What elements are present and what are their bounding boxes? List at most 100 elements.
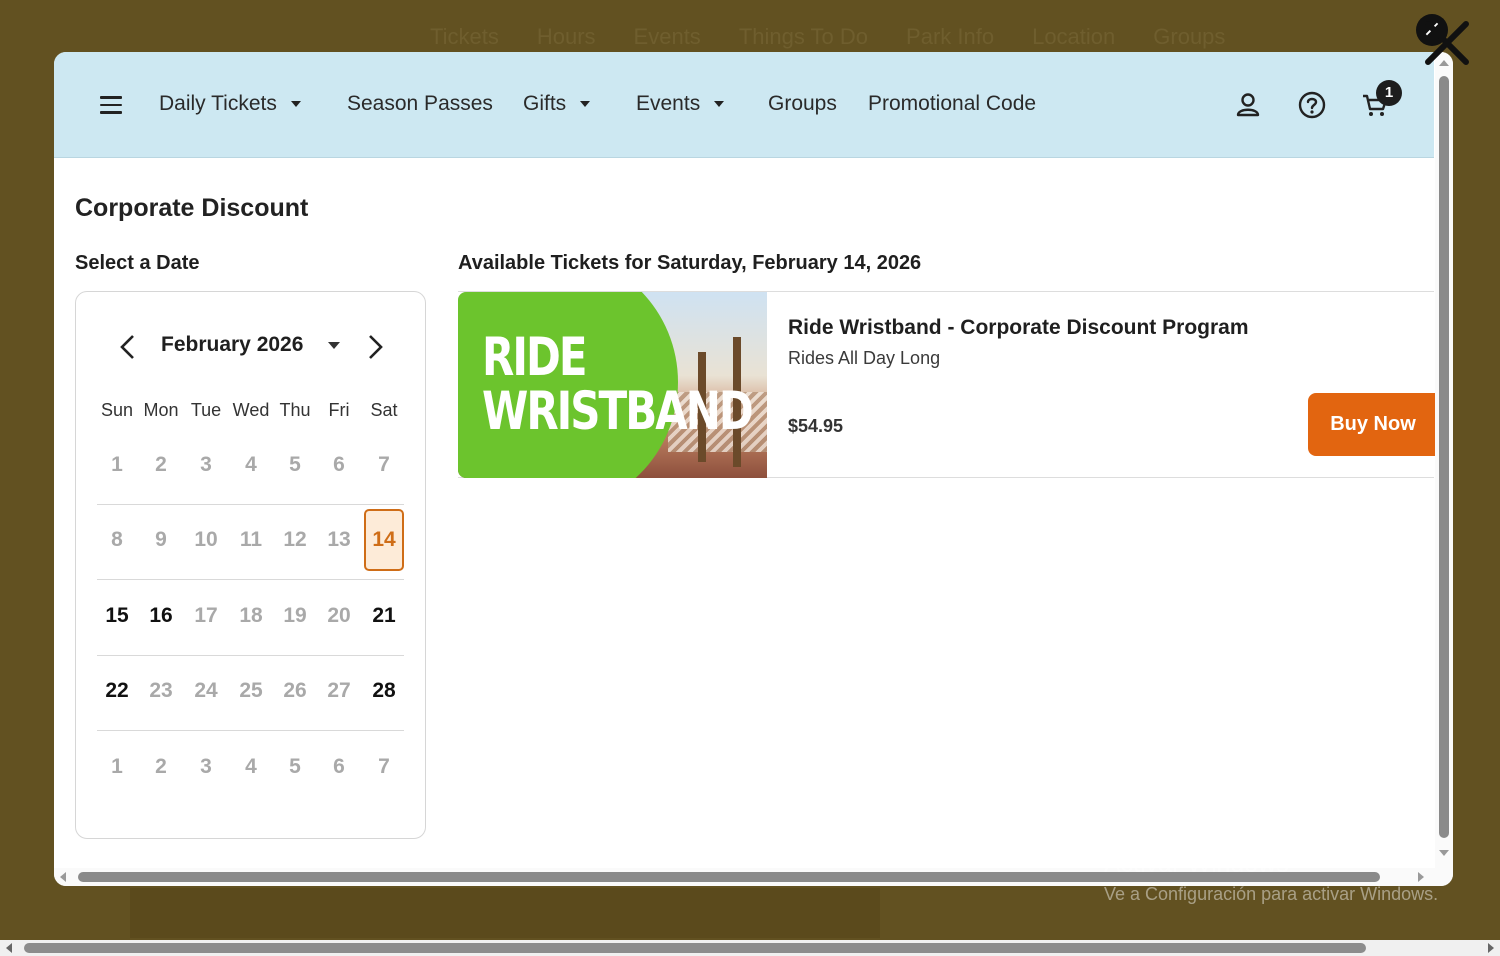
calendar-month-label[interactable]: February 2026 (161, 333, 303, 357)
bg-nav-item: Location (1032, 24, 1116, 49)
nav-events-label: Events (636, 92, 701, 115)
calendar-day: 2 (155, 755, 167, 778)
calendar-day: 11 (239, 528, 263, 551)
nav-daily-tickets-label: Daily Tickets (159, 92, 277, 115)
bg-nav-item: Park Info (906, 24, 995, 49)
calendar-day-selected[interactable]: 14 (364, 509, 404, 571)
nav-gifts-label: Gifts (523, 92, 567, 115)
nav-groups[interactable]: Groups (768, 92, 837, 116)
weekday-label: Wed (232, 400, 270, 420)
cart-count-badge: 1 (1376, 80, 1402, 106)
calendar-day[interactable]: 22 (97, 671, 137, 711)
scrollbar-thumb[interactable] (1439, 76, 1449, 838)
calendar-day: 12 (283, 528, 307, 551)
watermark-subtitle: Ve a Configuración para activar Windows. (1104, 884, 1439, 904)
page-title: Corporate Discount (75, 194, 309, 222)
available-tickets-label: Available Tickets for Saturday, February… (458, 252, 922, 274)
weekday-label: Tue (190, 400, 222, 420)
scroll-down-icon[interactable] (1439, 850, 1449, 856)
calendar-day: 26 (283, 679, 307, 702)
week-divider (97, 655, 404, 656)
calendar-day: 10 (194, 528, 218, 551)
weekday-label: Fri (328, 400, 350, 420)
nav-season-passes-label: Season Passes (347, 92, 493, 115)
month-dropdown-icon[interactable] (328, 342, 340, 349)
calendar-day: 4 (245, 755, 257, 778)
weekday-label: Mon (143, 400, 179, 420)
calendar-day: 9 (155, 528, 167, 551)
scroll-up-icon[interactable] (1439, 60, 1449, 66)
calendar-day[interactable]: 16 (141, 596, 181, 636)
ride-wristband-image: RIDE WRISTBAND (458, 292, 767, 478)
bg-nav-item: Tickets (430, 24, 499, 49)
calendar-day: 4 (245, 453, 257, 476)
calendar-day: 6 (333, 453, 345, 476)
background-site-nav: Tickets Hours Events Things To Do Park I… (430, 24, 1225, 50)
week-divider (97, 579, 404, 580)
chevron-left-icon[interactable] (118, 334, 138, 360)
calendar-day: 19 (283, 604, 307, 627)
scroll-right-icon[interactable] (1488, 943, 1494, 953)
help-icon[interactable] (1297, 90, 1327, 120)
calendar-day: 17 (194, 604, 218, 627)
calendar-day: 2 (155, 453, 167, 476)
weekday-label: Sun (100, 400, 134, 420)
chevron-down-icon (580, 101, 591, 108)
calendar-day[interactable]: 28 (364, 671, 404, 711)
scrollbar-thumb[interactable] (24, 943, 1366, 953)
weekday-label: Sat (370, 400, 398, 420)
bg-nav-item: Hours (536, 24, 596, 49)
ticket-modal: Daily Tickets Season Passes Gifts Events… (54, 52, 1453, 886)
scroll-left-icon[interactable] (6, 943, 12, 953)
scroll-right-icon[interactable] (1418, 872, 1424, 882)
calendar-day: 6 (333, 755, 345, 778)
watermark-title: Activar Windows (1104, 850, 1289, 878)
ticket-subtitle: Rides All Day Long (788, 348, 941, 368)
nav-daily-tickets[interactable]: Daily Tickets (159, 92, 301, 116)
bg-nav-item: Groups (1153, 24, 1226, 49)
calendar-day: 7 (378, 453, 390, 476)
nav-promo-label: Promotional Code (868, 92, 1037, 115)
account-icon[interactable] (1233, 90, 1263, 120)
image-text-wristband: WRISTBAND (482, 380, 754, 442)
buy-now-button[interactable]: Buy Now (1308, 393, 1438, 456)
calendar-day: 7 (378, 755, 390, 778)
calendar-day: 1 (111, 453, 123, 476)
calendar-day: 3 (200, 755, 212, 778)
ticket-price: $54.95 (788, 416, 844, 436)
calendar-day: 18 (239, 604, 263, 627)
bg-nav-item: Events (633, 24, 701, 49)
calendar-day: 8 (111, 528, 123, 551)
nav-events[interactable]: Events (636, 92, 725, 116)
select-date-label: Select a Date (75, 252, 200, 274)
calendar-day: 1 (111, 755, 123, 778)
bg-nav-item: Things To Do (738, 24, 869, 49)
weekday-label: Thu (279, 400, 311, 420)
nav-promotional-code[interactable]: Promotional Code (868, 92, 1036, 116)
calendar-day: 23 (149, 679, 173, 702)
week-divider (97, 504, 404, 505)
scroll-left-icon[interactable] (60, 872, 66, 882)
ticket-card: RIDE WRISTBAND Ride Wristband - Corporat… (458, 291, 1438, 478)
chevron-down-icon (714, 101, 725, 108)
modal-vertical-scrollbar[interactable] (1435, 52, 1453, 886)
chevron-down-icon (290, 101, 301, 108)
calendar-day: 3 (200, 453, 212, 476)
nav-gifts[interactable]: Gifts (523, 92, 591, 116)
calendar-day[interactable]: 21 (364, 596, 404, 636)
calendar-day: 5 (289, 453, 301, 476)
page-horizontal-scrollbar[interactable] (0, 940, 1500, 956)
calendar-day: 5 (289, 755, 301, 778)
calendar-day[interactable]: 15 (97, 596, 137, 636)
week-divider (97, 730, 404, 731)
image-text-ride: RIDE (482, 326, 588, 388)
chevron-right-icon[interactable] (365, 334, 385, 360)
calendar-day: 13 (327, 528, 351, 551)
ticket-name: Ride Wristband - Corporate Discount Prog… (788, 316, 1249, 339)
nav-season-passes[interactable]: Season Passes (347, 92, 493, 116)
close-modal-button[interactable]: × (1416, 14, 1448, 46)
menu-icon[interactable] (100, 96, 122, 114)
nav-groups-label: Groups (768, 92, 837, 115)
calendar-day: 27 (327, 679, 351, 702)
background-content (130, 888, 880, 938)
